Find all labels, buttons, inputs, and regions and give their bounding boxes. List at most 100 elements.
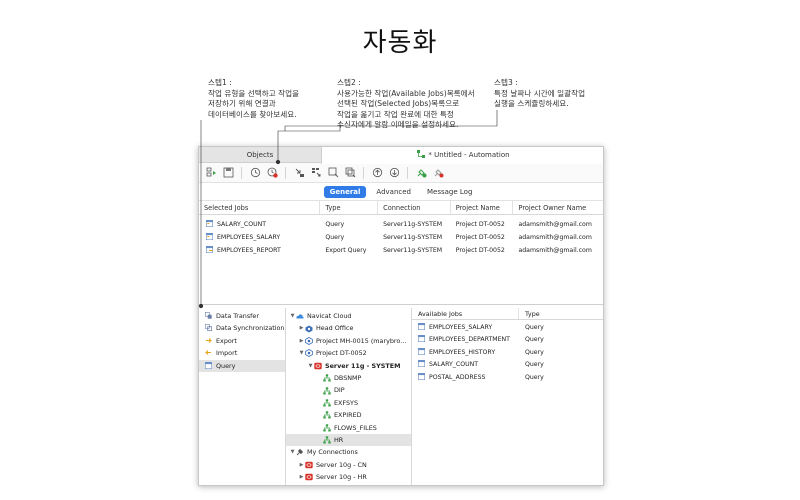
schedule-button[interactable] — [249, 167, 261, 179]
table-row[interactable]: POSTAL_ADDRESS Query — [412, 372, 603, 384]
disclosure-closed-icon[interactable]: ▶ — [298, 459, 305, 471]
connections-icon — [296, 449, 304, 456]
column-header-project-owner[interactable]: Project Owner Name — [513, 201, 603, 214]
job-type-import[interactable]: Import — [199, 347, 285, 359]
tab-objects[interactable]: Objects — [199, 147, 321, 163]
cloud-icon — [296, 314, 304, 319]
tab-general[interactable]: General — [323, 185, 367, 198]
job-name-cell: EMPLOYEES_SALARY — [199, 231, 320, 244]
tree-item[interactable]: EXPIRED — [286, 409, 411, 421]
job-type-export[interactable]: Export — [199, 335, 285, 347]
table-row[interactable]: SALARY_COUNT Query — [412, 359, 603, 371]
tree-item-label: Server 10g - CN — [316, 460, 367, 469]
schema-icon — [323, 386, 331, 395]
tab-advanced[interactable]: Advanced — [370, 186, 417, 198]
tree-item-label: Project DT-0052 — [316, 349, 367, 358]
tab-automation-label: * Untitled - Automation — [428, 151, 510, 159]
oracle-server-icon — [314, 362, 322, 369]
job-browser: Data Transfer Data Synchronization Expor… — [199, 308, 603, 485]
available-job-name: EMPLOYEES_DEPARTMENT — [429, 336, 510, 344]
schema-icon — [323, 374, 331, 382]
project-icon — [305, 325, 313, 333]
available-job-name: EMPLOYEES_SALARY — [429, 324, 493, 331]
tree-item-icon-wrap — [305, 325, 316, 333]
schedule-icon — [250, 167, 260, 178]
tree-item[interactable]: ▶ Head Office — [286, 322, 411, 334]
tree-item-icon-wrap — [296, 312, 307, 320]
column-header-type[interactable]: Type — [519, 308, 603, 319]
disclosure-closed-icon[interactable]: ▶ — [298, 322, 305, 334]
tree-item[interactable]: HR — [286, 433, 411, 447]
column-header-project-name[interactable]: Project Name — [451, 201, 514, 214]
disclosure-open-icon[interactable]: ▼ — [289, 310, 296, 322]
tree-item-label: Head Office — [316, 324, 354, 333]
available-job-name-cell: EMPLOYEES_SALARY — [412, 322, 519, 334]
column-header-available-jobs[interactable]: Available Jobs — [412, 308, 519, 319]
available-job-name: EMPLOYEES_HISTORY — [429, 348, 496, 356]
connection-tree: ▼ Navicat Cloud ▶ Head Office ▶ Project MH-00… — [286, 308, 412, 485]
tree-item-label: Server 11g - SYSTEM — [325, 361, 401, 370]
table-row[interactable]: EMPLOYEES_HISTORY Query — [412, 347, 603, 359]
tree-item-label: EXPIRED — [334, 411, 362, 420]
schema-icon — [323, 424, 331, 432]
tree-item[interactable]: ▶ Server 11g - HR — [286, 483, 411, 485]
disclosure-open-icon[interactable]: ▼ — [307, 360, 314, 372]
tree-item[interactable]: ▼ Server 11g - SYSTEM — [286, 360, 411, 372]
table-row[interactable]: SALARY_COUNT Query Server11g-SYSTEM Proj… — [199, 218, 603, 231]
connect-button[interactable] — [415, 167, 427, 179]
disclosure-closed-icon[interactable]: ▶ — [298, 471, 305, 483]
step-title: 스텝3 : — [494, 78, 518, 87]
move-down-button[interactable] — [388, 167, 400, 179]
column-header-type[interactable]: Type — [320, 201, 379, 214]
disconnect-button[interactable] — [432, 167, 444, 179]
tree-item[interactable]: DBSNMP — [286, 372, 411, 384]
table-row[interactable]: EMPLOYEES_SALARY Query — [412, 322, 603, 334]
tree-item[interactable]: ▶ Project MH-0015 (marybro… — [286, 335, 411, 347]
tree-item-label: DIP — [334, 386, 345, 395]
remove-all-button[interactable] — [344, 167, 356, 179]
tree-item[interactable]: EXFSYS — [286, 397, 411, 409]
import-icon — [205, 350, 211, 356]
job-type-data-sync[interactable]: Data Synchronization — [199, 322, 285, 334]
job-type-data-transfer[interactable]: Data Transfer — [199, 310, 285, 322]
remove-job-button[interactable] — [310, 167, 322, 179]
move-up-button[interactable] — [371, 167, 383, 179]
connect-icon — [417, 169, 426, 178]
query-icon — [206, 220, 213, 227]
job-type-query[interactable]: Query — [199, 359, 285, 372]
add-job-button[interactable] — [293, 167, 305, 179]
tree-item[interactable]: ▼ Project DT-0052 — [286, 347, 411, 359]
table-row[interactable]: EMPLOYEES_DEPARTMENT Query — [412, 334, 603, 346]
step-line: 작업 유형을 선택하고 작업을 — [208, 88, 300, 98]
disconnect-icon — [434, 169, 443, 178]
disclosure-closed-icon[interactable]: ▶ — [298, 335, 305, 347]
tree-item[interactable]: FLOWS_FILES — [286, 422, 411, 434]
selected-jobs-table: Selected Jobs Type Connection Project Na… — [199, 201, 603, 305]
save-button[interactable] — [222, 167, 234, 179]
job-type-list: Data Transfer Data Synchronization Expor… — [199, 308, 286, 485]
tree-item[interactable]: DIP — [286, 384, 411, 396]
add-all-button[interactable] — [327, 167, 339, 179]
tab-automation[interactable]: * Untitled - Automation — [321, 147, 603, 164]
available-job-name-cell: EMPLOYEES_HISTORY — [412, 347, 519, 359]
tree-item[interactable]: ▼ My Connections — [286, 446, 411, 458]
tree-item[interactable]: ▼ Navicat Cloud — [286, 310, 411, 322]
toolbar-separator — [241, 166, 242, 179]
tree-item[interactable]: ▶ Server 10g - HR — [286, 471, 411, 483]
step-title: 스텝1 : — [208, 78, 232, 87]
table-row[interactable]: EMPLOYEES_REPORT Export Query Server11g-… — [199, 244, 603, 257]
tree-item-label: Navicat Cloud — [307, 312, 352, 320]
run-button[interactable] — [205, 167, 217, 179]
delete-schedule-button[interactable] — [266, 167, 278, 179]
job-name-cell: EMPLOYEES_REPORT — [199, 244, 320, 257]
disclosure-open-icon[interactable]: ▼ — [289, 446, 296, 458]
column-header-connection[interactable]: Connection — [378, 201, 451, 214]
table-row[interactable]: EMPLOYEES_SALARY Query Server11g-SYSTEM … — [199, 231, 603, 244]
column-header-selected-jobs[interactable]: Selected Jobs — [199, 201, 321, 214]
disclosure-closed-icon[interactable]: ▶ — [298, 483, 305, 485]
tree-item[interactable]: ▶ Server 10g - CN — [286, 459, 411, 471]
job-type-cell: Query — [325, 221, 345, 228]
tab-message-log[interactable]: Message Log — [421, 186, 478, 198]
disclosure-open-icon[interactable]: ▼ — [298, 347, 305, 359]
tree-item-icon-wrap — [314, 362, 325, 370]
